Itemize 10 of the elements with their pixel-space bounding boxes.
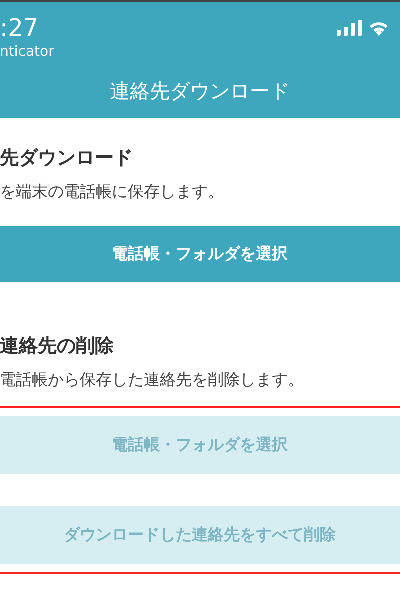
section-description: 電話帳から保存した連絡先を削除します。 xyxy=(0,369,305,391)
status-time: :27 xyxy=(0,14,40,42)
section-description: を端末の電話帳に保存します。 xyxy=(0,181,225,203)
select-button[interactable]: 電話帳・フォルダを選択 xyxy=(0,226,400,282)
wifi-icon xyxy=(368,20,390,36)
section-heading: 連絡先の削除 xyxy=(0,334,115,359)
screen-title: 連絡先ダウンロード xyxy=(110,78,290,105)
signal-icon xyxy=(337,20,362,36)
app-name: nticator xyxy=(0,43,54,62)
section-heading: 先ダウンロード xyxy=(0,146,134,171)
